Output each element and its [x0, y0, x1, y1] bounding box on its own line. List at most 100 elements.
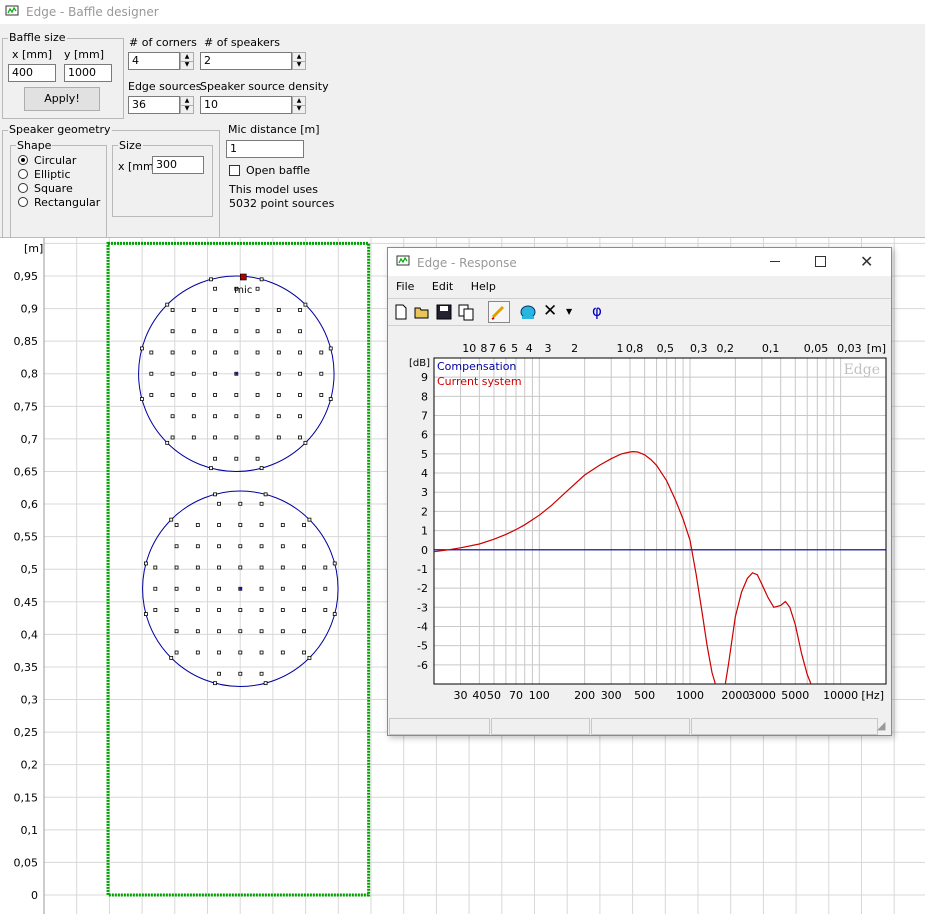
response-window[interactable]: Edge - Response ✕ File Edit Help ✕ ▼ φ 9…: [387, 247, 892, 736]
speaker-icon[interactable]: [518, 302, 538, 322]
y-tick-label: 8: [421, 390, 428, 403]
new-icon[interactable]: [391, 302, 411, 322]
menu-help[interactable]: Help: [471, 280, 496, 293]
top-axis-label: 7: [489, 342, 496, 355]
point-source: [170, 435, 175, 440]
point-source: [319, 393, 324, 397]
x-tick-label: 1000: [676, 689, 704, 702]
point-source: [195, 544, 200, 549]
radio-circular[interactable]: [18, 155, 28, 165]
point-source: [298, 435, 302, 440]
open-baffle-label: Open baffle: [246, 164, 311, 177]
status-pane: [389, 718, 490, 735]
minimize-icon[interactable]: [770, 261, 780, 262]
point-source: [276, 414, 281, 419]
point-source: [195, 629, 200, 634]
point-source: [259, 671, 264, 676]
point-source: [217, 544, 221, 549]
status-pane: [591, 718, 690, 735]
spin-down-icon[interactable]: ▼: [181, 105, 193, 113]
edge-sources-input[interactable]: 36: [128, 96, 180, 114]
maximize-icon[interactable]: [815, 256, 826, 267]
point-source: [280, 629, 285, 634]
point-source: [213, 350, 217, 355]
point-source: [170, 350, 175, 355]
point-source: [302, 650, 306, 655]
spin-down-icon[interactable]: ▼: [293, 105, 305, 113]
size-x-input[interactable]: 300: [152, 156, 204, 174]
model-info-line2: 5032 point sources: [229, 197, 335, 210]
x-tick-label: 500: [634, 689, 655, 702]
corners-spinner[interactable]: ▲ ▼: [180, 52, 194, 70]
y-tick-label: 0,4: [21, 628, 39, 641]
menu-file[interactable]: File: [396, 280, 414, 293]
response-title-bar[interactable]: Edge - Response ✕: [388, 248, 891, 276]
edge-point-source: [209, 466, 213, 471]
top-axis-label: 10: [462, 342, 476, 355]
density-spinner[interactable]: ▲ ▼: [292, 96, 306, 114]
menu-edit[interactable]: Edit: [432, 280, 453, 293]
open-baffle-checkbox[interactable]: [229, 165, 240, 176]
x-tick-label: 100: [529, 689, 550, 702]
radio-elliptic[interactable]: [18, 169, 28, 179]
point-source: [213, 308, 217, 312]
spin-down-icon[interactable]: ▼: [181, 61, 193, 69]
x-tick-label: 3000: [748, 689, 776, 702]
apply-button[interactable]: Apply!: [24, 87, 100, 111]
point-source: [238, 565, 243, 570]
edge-point-source: [328, 397, 333, 401]
edge-point-source: [303, 440, 308, 445]
response-menu-bar: File Edit Help: [388, 278, 891, 296]
point-source: [280, 544, 285, 549]
save-icon[interactable]: [434, 302, 454, 322]
baffle-x-input[interactable]: 400: [8, 64, 56, 82]
point-source: [302, 523, 306, 527]
baffle-y-input[interactable]: 1000: [64, 64, 112, 82]
speakers-spinner[interactable]: ▲ ▼: [292, 52, 306, 70]
point-source: [280, 650, 285, 655]
corners-input[interactable]: 4: [128, 52, 180, 70]
y-axis-label: [dB]: [409, 358, 430, 369]
top-axis-label: 0,8: [626, 342, 644, 355]
radio-square[interactable]: [18, 183, 28, 193]
size-label: Size: [118, 139, 143, 152]
pencil-icon[interactable]: [488, 301, 510, 323]
radio-rectangular[interactable]: [18, 197, 28, 207]
y-tick-label: 0,35: [14, 661, 39, 674]
speakers-input[interactable]: 2: [200, 52, 292, 70]
point-source: [298, 393, 302, 397]
point-source: [234, 308, 239, 312]
copy-icon[interactable]: [456, 302, 476, 322]
close-icon[interactable]: ✕: [860, 252, 873, 271]
top-axis-label: 2: [571, 342, 578, 355]
phase-icon[interactable]: φ: [592, 302, 602, 320]
legend-entry: Current system: [437, 375, 522, 388]
y-tick-label: 0,75: [14, 400, 39, 413]
point-source: [323, 565, 328, 570]
edge-point-source: [169, 517, 174, 522]
dropdown-arrow-icon[interactable]: ▼: [566, 307, 572, 316]
point-source: [298, 329, 302, 334]
open-icon[interactable]: [412, 302, 432, 322]
edge-point-source: [307, 655, 312, 660]
y-tick-label: 0,95: [14, 270, 39, 283]
point-source: [217, 629, 221, 634]
point-source: [174, 586, 179, 591]
point-source: [255, 435, 260, 440]
point-source: [255, 329, 260, 334]
y-tick-label: 0,3: [21, 694, 39, 707]
point-source: [195, 650, 200, 655]
edge-sources-spinner[interactable]: ▲ ▼: [180, 96, 194, 114]
delete-icon[interactable]: ✕: [543, 301, 557, 321]
plot-area: [433, 357, 887, 685]
density-input[interactable]: 10: [200, 96, 292, 114]
edge-point-source: [263, 681, 268, 686]
x-tick-label: 300: [601, 689, 622, 702]
mic-marker: [240, 273, 247, 281]
response-chart[interactable]: 9876543210-1-2-3-4-5-6[dB]30 40 50 70 100 200…: [388, 326, 891, 714]
mic-distance-input[interactable]: 1: [226, 140, 304, 158]
x-tick-label: 40: [472, 689, 486, 702]
resize-grip-icon[interactable]: ◢: [877, 719, 885, 732]
spin-down-icon[interactable]: ▼: [293, 61, 305, 69]
edge-point-source: [165, 440, 170, 445]
